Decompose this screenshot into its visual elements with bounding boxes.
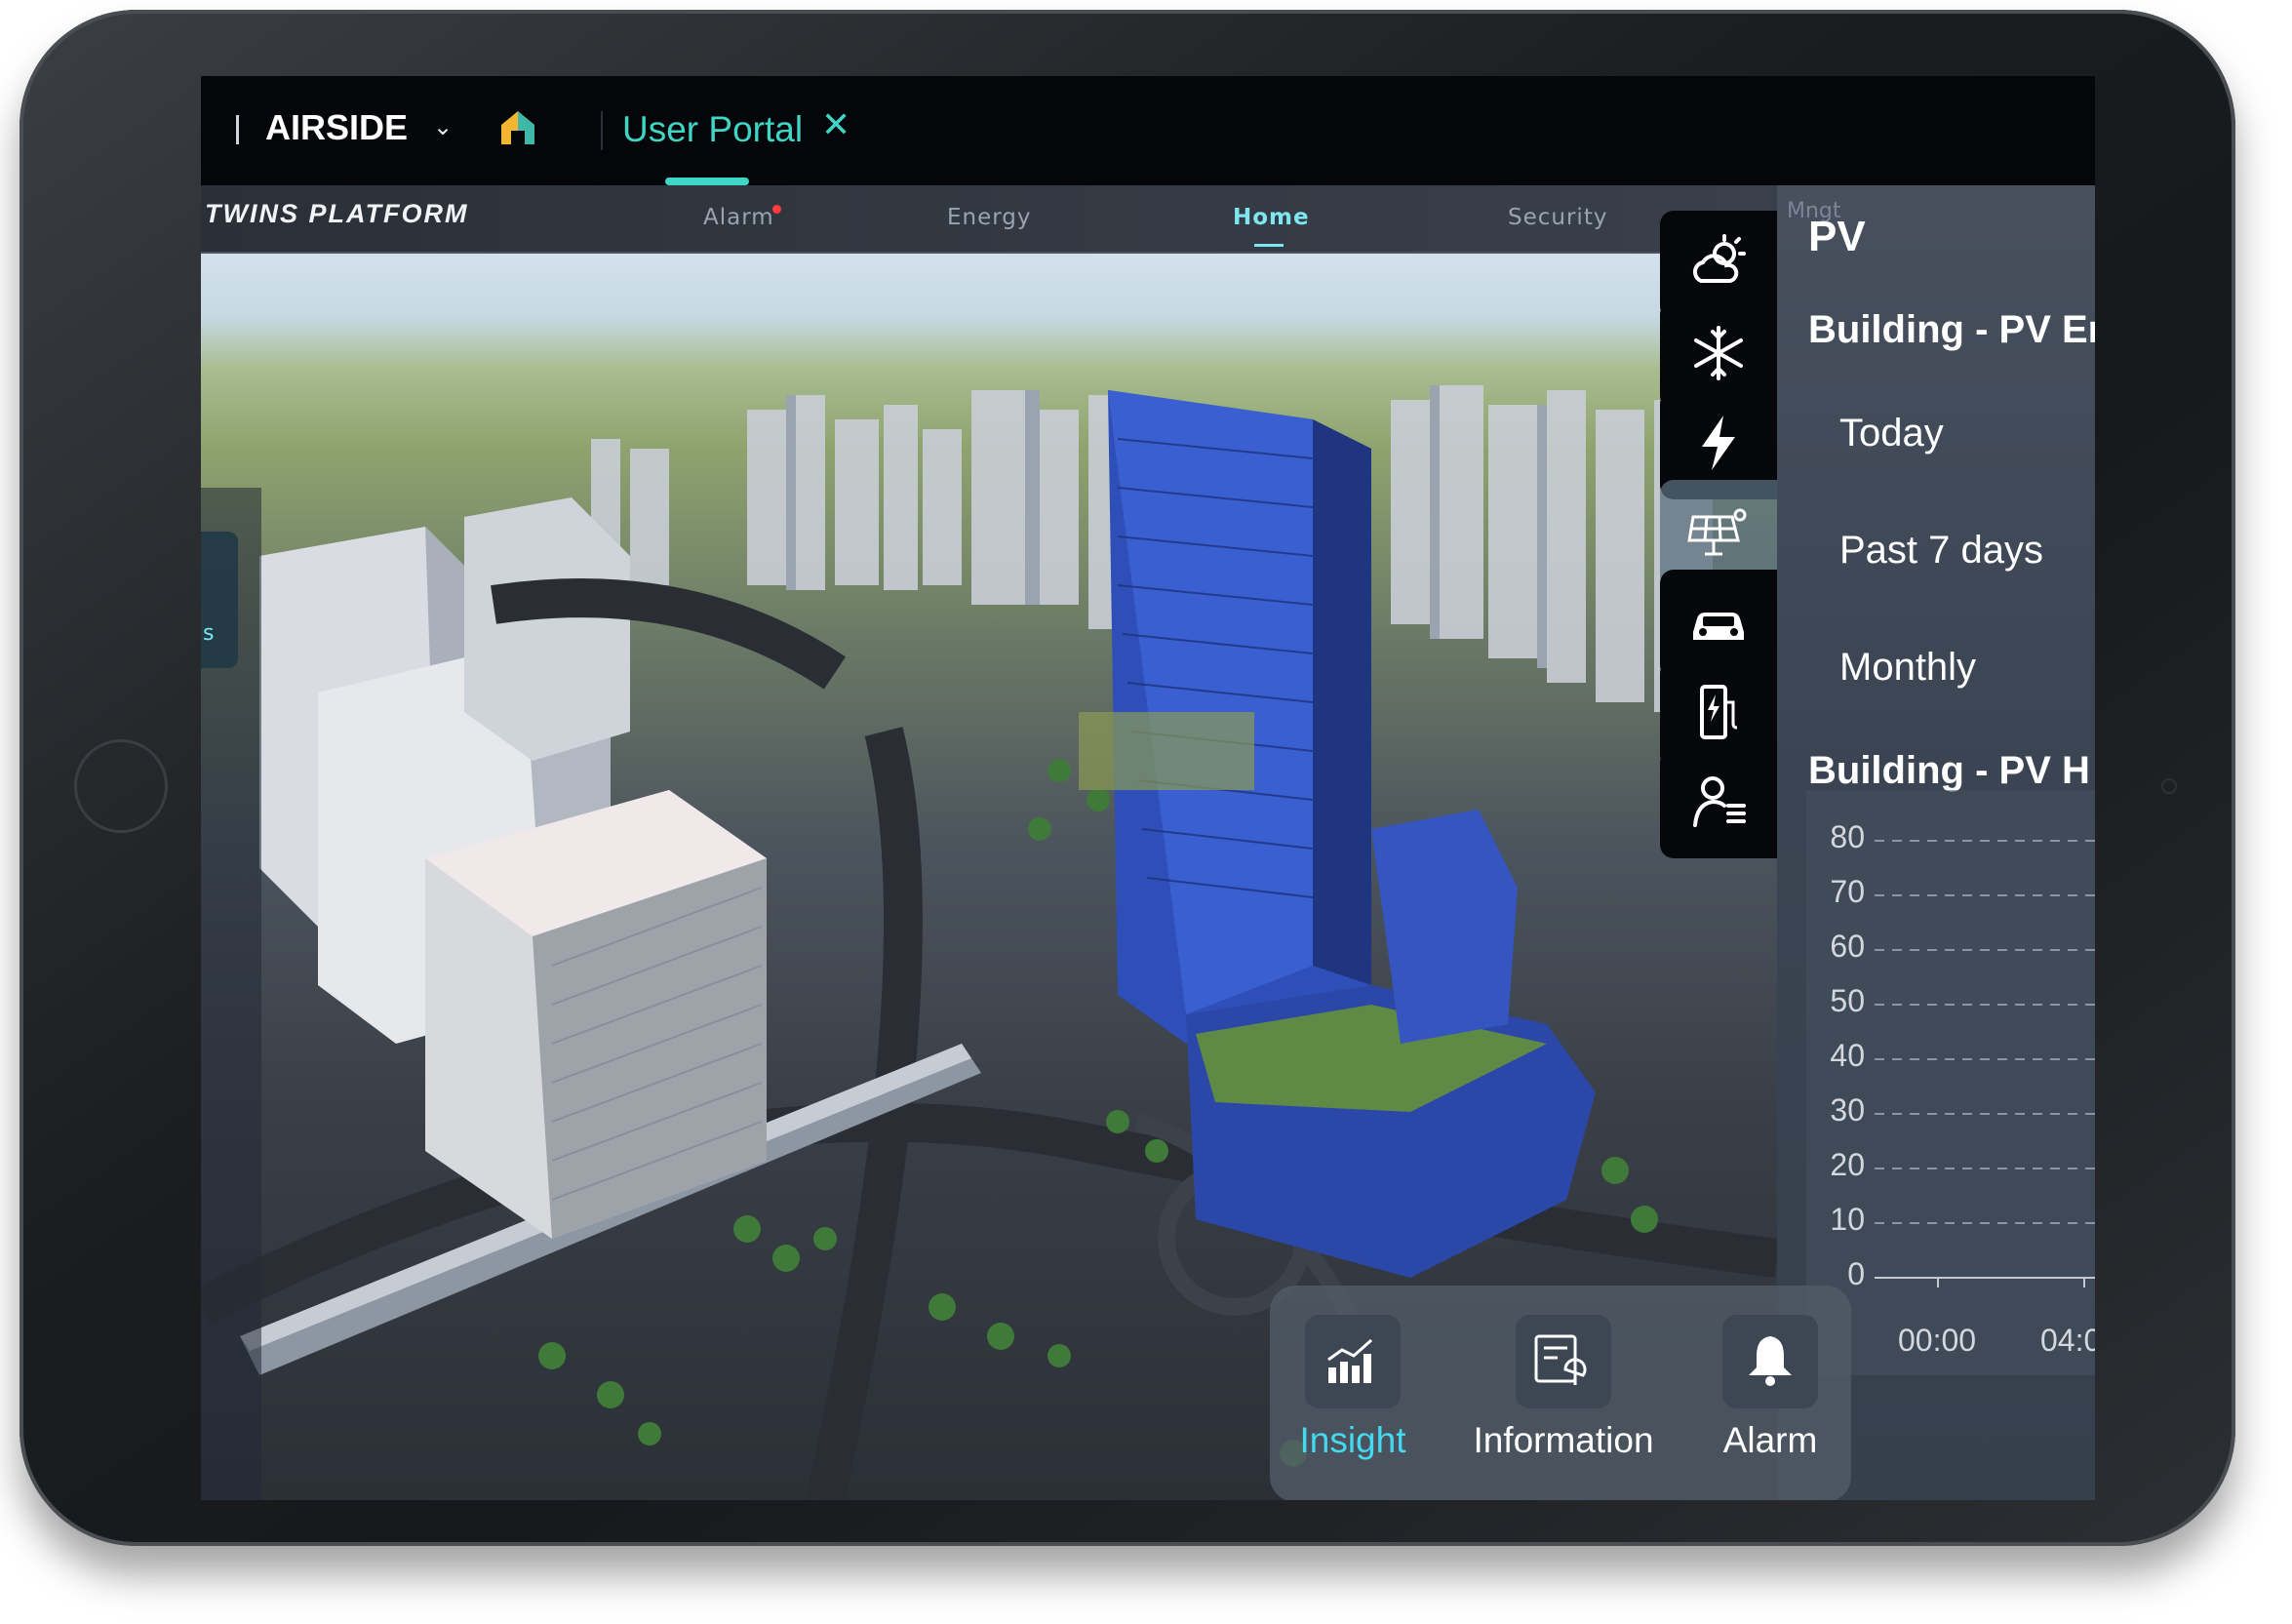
user-list-icon [1687, 771, 1750, 837]
left-collapsed-tab[interactable]: s [201, 532, 238, 668]
close-icon[interactable]: ✕ [821, 105, 850, 145]
insight-label[interactable]: Insight [1284, 1420, 1422, 1461]
pv-option-monthly[interactable]: Monthly [1839, 646, 1976, 690]
pv-energy-section-title: Building - PV En [1808, 308, 2095, 351]
brand-name[interactable]: AIRSIDE [265, 107, 408, 148]
y-tick-label: 70 [1830, 874, 1865, 909]
user-management-button[interactable] [1660, 749, 1777, 858]
y-tick-label: 80 [1830, 819, 1865, 854]
alarm-button[interactable] [1722, 1315, 1818, 1408]
home-icon[interactable] [497, 107, 538, 152]
y-tick-label: 50 [1830, 983, 1865, 1018]
solar-panel-icon [1687, 505, 1750, 564]
screen: AIRSIDE ⌄ User Portal ✕ TWINS PLATFORM A… [201, 76, 2095, 1500]
pv-history-section-title: Building - PV H [1808, 749, 2090, 792]
y-tick-label: 20 [1830, 1147, 1865, 1182]
nav-home[interactable]: Home [1233, 205, 1310, 230]
y-tick-label: 40 [1830, 1038, 1865, 1073]
nav-active-indicator [1254, 244, 1284, 247]
bell-icon [1745, 1332, 1796, 1391]
insight-chart-icon [1323, 1332, 1383, 1391]
home-button [74, 739, 168, 833]
platform-logo: TWINS PLATFORM [205, 199, 469, 228]
tablet-frame: AIRSIDE ⌄ User Portal ✕ TWINS PLATFORM A… [20, 10, 2235, 1546]
divider [236, 115, 239, 144]
information-label[interactable]: Information [1461, 1420, 1666, 1461]
top-bar: AIRSIDE ⌄ User Portal ✕ [201, 76, 2095, 185]
tab-user-portal[interactable]: User Portal [622, 109, 803, 150]
weather-icon [1687, 232, 1750, 298]
bottom-dock: Insight Information Alarm [1270, 1286, 1851, 1500]
left-tab-label: s [203, 621, 215, 646]
chevron-down-icon[interactable]: ⌄ [433, 113, 453, 140]
information-button[interactable] [1516, 1315, 1611, 1408]
pv-option-past-7-days[interactable]: Past 7 days [1839, 529, 2043, 573]
car-icon [1687, 599, 1750, 650]
x-tick-label: 00:00 [1898, 1323, 1977, 1358]
y-tick-label: 60 [1830, 929, 1865, 964]
lightning-icon [1694, 414, 1743, 476]
nav-alarm[interactable]: Alarm [703, 205, 774, 230]
nav-energy[interactable]: Energy [947, 205, 1032, 230]
y-tick-label: 10 [1830, 1202, 1865, 1237]
alarm-label[interactable]: Alarm [1699, 1420, 1841, 1461]
nav-security[interactable]: Security [1508, 205, 1607, 230]
snowflake-icon [1687, 322, 1750, 388]
ev-charger-icon [1694, 681, 1743, 747]
divider [601, 111, 603, 150]
platform-nav: TWINS PLATFORM Alarm Energy Home Securit… [201, 185, 1777, 254]
pv-title: PV [1808, 213, 1866, 260]
information-icon [1532, 1332, 1595, 1391]
y-tick-label: 30 [1830, 1092, 1865, 1128]
insight-button[interactable] [1305, 1315, 1401, 1408]
tab-active-indicator [665, 178, 749, 185]
camera [2161, 778, 2177, 794]
pv-option-today[interactable]: Today [1839, 412, 1944, 456]
alarm-indicator-dot [772, 205, 781, 214]
x-tick-label: 04:0 [2040, 1323, 2095, 1358]
